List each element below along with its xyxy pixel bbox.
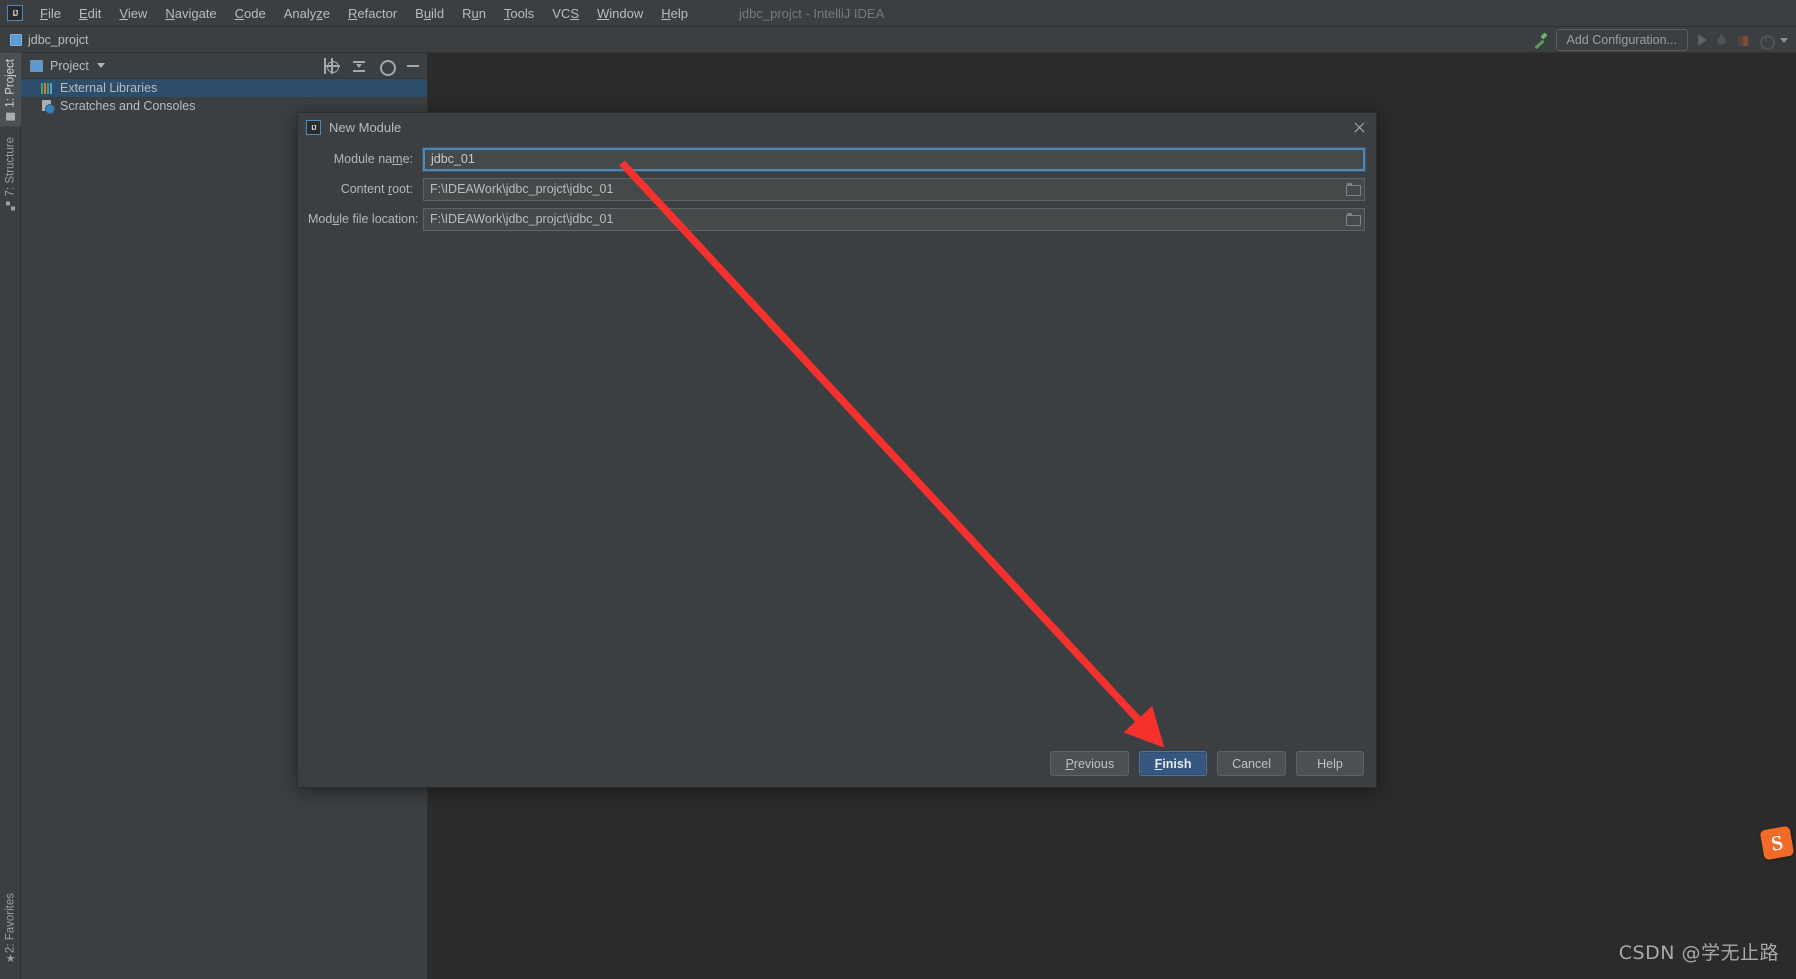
- star-icon: [6, 958, 15, 967]
- project-panel-toolbar: [324, 53, 420, 79]
- library-icon: [41, 82, 54, 94]
- stripe-label-favorites: 2: Favorites: [4, 892, 17, 953]
- cancel-button[interactable]: Cancel: [1217, 751, 1286, 776]
- debug-icon[interactable]: [1714, 33, 1729, 48]
- menu-item-navigate[interactable]: Navigate: [156, 3, 225, 24]
- menu-bar: IJ File Edit View Navigate Code Analyze …: [0, 0, 1796, 27]
- menu-item-window[interactable]: Window: [588, 3, 652, 24]
- new-module-dialog: IJ New Module Module name: jdbc_01 Conte…: [297, 112, 1377, 788]
- chevron-down-icon[interactable]: [1780, 37, 1788, 43]
- module-file-location-value: F:\IDEAWork\jdbc_projct\jdbc_01: [430, 212, 614, 226]
- form-row-module-name: Module name: jdbc_01: [298, 147, 1378, 171]
- hide-panel-icon[interactable]: [406, 59, 420, 73]
- label-module-name: Module name:: [333, 152, 413, 166]
- stripe-label-project: 1: Project: [4, 59, 17, 108]
- help-button[interactable]: Help: [1296, 751, 1364, 776]
- tree-item-label: Scratches and Consoles: [60, 99, 196, 113]
- form-row-module-file-location: Module file location: F:\IDEAWork\jdbc_p…: [298, 207, 1378, 231]
- menu-item-code[interactable]: Code: [226, 3, 275, 24]
- left-tool-stripe: 1: Project 7: Structure 2: Favorites: [0, 53, 21, 979]
- scratches-icon: [41, 100, 55, 114]
- module-file-location-input[interactable]: F:\IDEAWork\jdbc_projct\jdbc_01: [423, 207, 1365, 231]
- content-root-value: F:\IDEAWork\jdbc_projct\jdbc_01: [430, 182, 614, 196]
- previous-button[interactable]: Previous: [1050, 751, 1130, 776]
- dialog-form: Module name: jdbc_01 Content root: F:\ID…: [298, 147, 1378, 237]
- label-content-root: Content root:: [340, 182, 413, 196]
- browse-folder-icon[interactable]: [1345, 182, 1361, 197]
- intellij-logo-icon: IJ: [7, 5, 23, 21]
- breadcrumb[interactable]: jdbc_projct: [28, 33, 88, 47]
- window-title: jdbc_projct - IntelliJ IDEA: [739, 5, 885, 21]
- menu-item-help[interactable]: Help: [652, 3, 697, 24]
- menu-item-view[interactable]: View: [110, 3, 156, 24]
- dialog-title: New Module: [329, 119, 402, 135]
- csdn-watermark: CSDN @学无止路: [1618, 942, 1779, 964]
- form-row-content-root: Content root: F:\IDEAWork\jdbc_projct\jd…: [298, 177, 1378, 201]
- browse-folder-icon[interactable]: [1345, 212, 1361, 227]
- stripe-button-favorites[interactable]: 2: Favorites: [0, 887, 21, 973]
- stripe-button-project[interactable]: 1: Project: [0, 53, 21, 127]
- finish-button[interactable]: Finish: [1139, 751, 1208, 776]
- structure-icon: [6, 201, 15, 210]
- gear-icon[interactable]: [379, 59, 396, 76]
- build-hammer-icon[interactable]: [1532, 33, 1549, 48]
- coverage-icon[interactable]: [1736, 33, 1751, 48]
- add-configuration-button[interactable]: Add Configuration...: [1555, 29, 1688, 51]
- run-icon[interactable]: [1698, 34, 1707, 46]
- menu-item-file[interactable]: File: [31, 3, 70, 24]
- folder-icon: [6, 112, 15, 121]
- menu-item-build[interactable]: Build: [406, 3, 453, 24]
- menu-item-tools[interactable]: Tools: [495, 3, 543, 24]
- module-name-value: jdbc_01: [431, 152, 475, 166]
- profiler-icon[interactable]: [1758, 33, 1775, 50]
- project-panel-title: Project: [50, 58, 89, 73]
- navigation-bar: jdbc_projct Add Configuration...: [0, 27, 1796, 53]
- idea-window: IJ File Edit View Navigate Code Analyze …: [0, 0, 1796, 979]
- tree-item-label: External Libraries: [60, 81, 158, 95]
- chevron-down-icon[interactable]: [96, 63, 105, 68]
- content-root-input[interactable]: F:\IDEAWork\jdbc_projct\jdbc_01: [423, 177, 1365, 201]
- close-icon[interactable]: [1352, 120, 1367, 135]
- dialog-title-bar: IJ New Module: [298, 113, 1376, 141]
- project-panel-header: Project: [21, 53, 427, 79]
- menu-item-vcs[interactable]: VCS: [543, 3, 588, 24]
- project-module-icon: [10, 33, 22, 46]
- run-toolbar: Add Configuration...: [1532, 27, 1796, 53]
- menu-item-edit[interactable]: Edit: [70, 3, 110, 24]
- tree-item-external-libraries[interactable]: External Libraries: [21, 79, 427, 97]
- intellij-logo-icon: IJ: [306, 119, 321, 135]
- stripe-button-structure[interactable]: 7: Structure: [0, 131, 21, 216]
- menu-item-analyze[interactable]: Analyze: [275, 3, 339, 24]
- label-module-file-location: Module file location:: [308, 212, 419, 226]
- collapse-all-icon[interactable]: [352, 59, 366, 73]
- module-name-input[interactable]: jdbc_01: [423, 147, 1365, 171]
- stripe-label-structure: 7: Structure: [4, 137, 17, 197]
- project-view-icon: [30, 59, 43, 72]
- sogou-ime-logo-icon: S: [1759, 825, 1795, 861]
- dialog-button-bar: Previous Finish Cancel Help: [1050, 751, 1364, 776]
- scroll-from-source-icon[interactable]: [324, 58, 340, 74]
- menu-item-run[interactable]: Run: [453, 3, 495, 24]
- menu-item-refactor[interactable]: Refactor: [339, 3, 406, 24]
